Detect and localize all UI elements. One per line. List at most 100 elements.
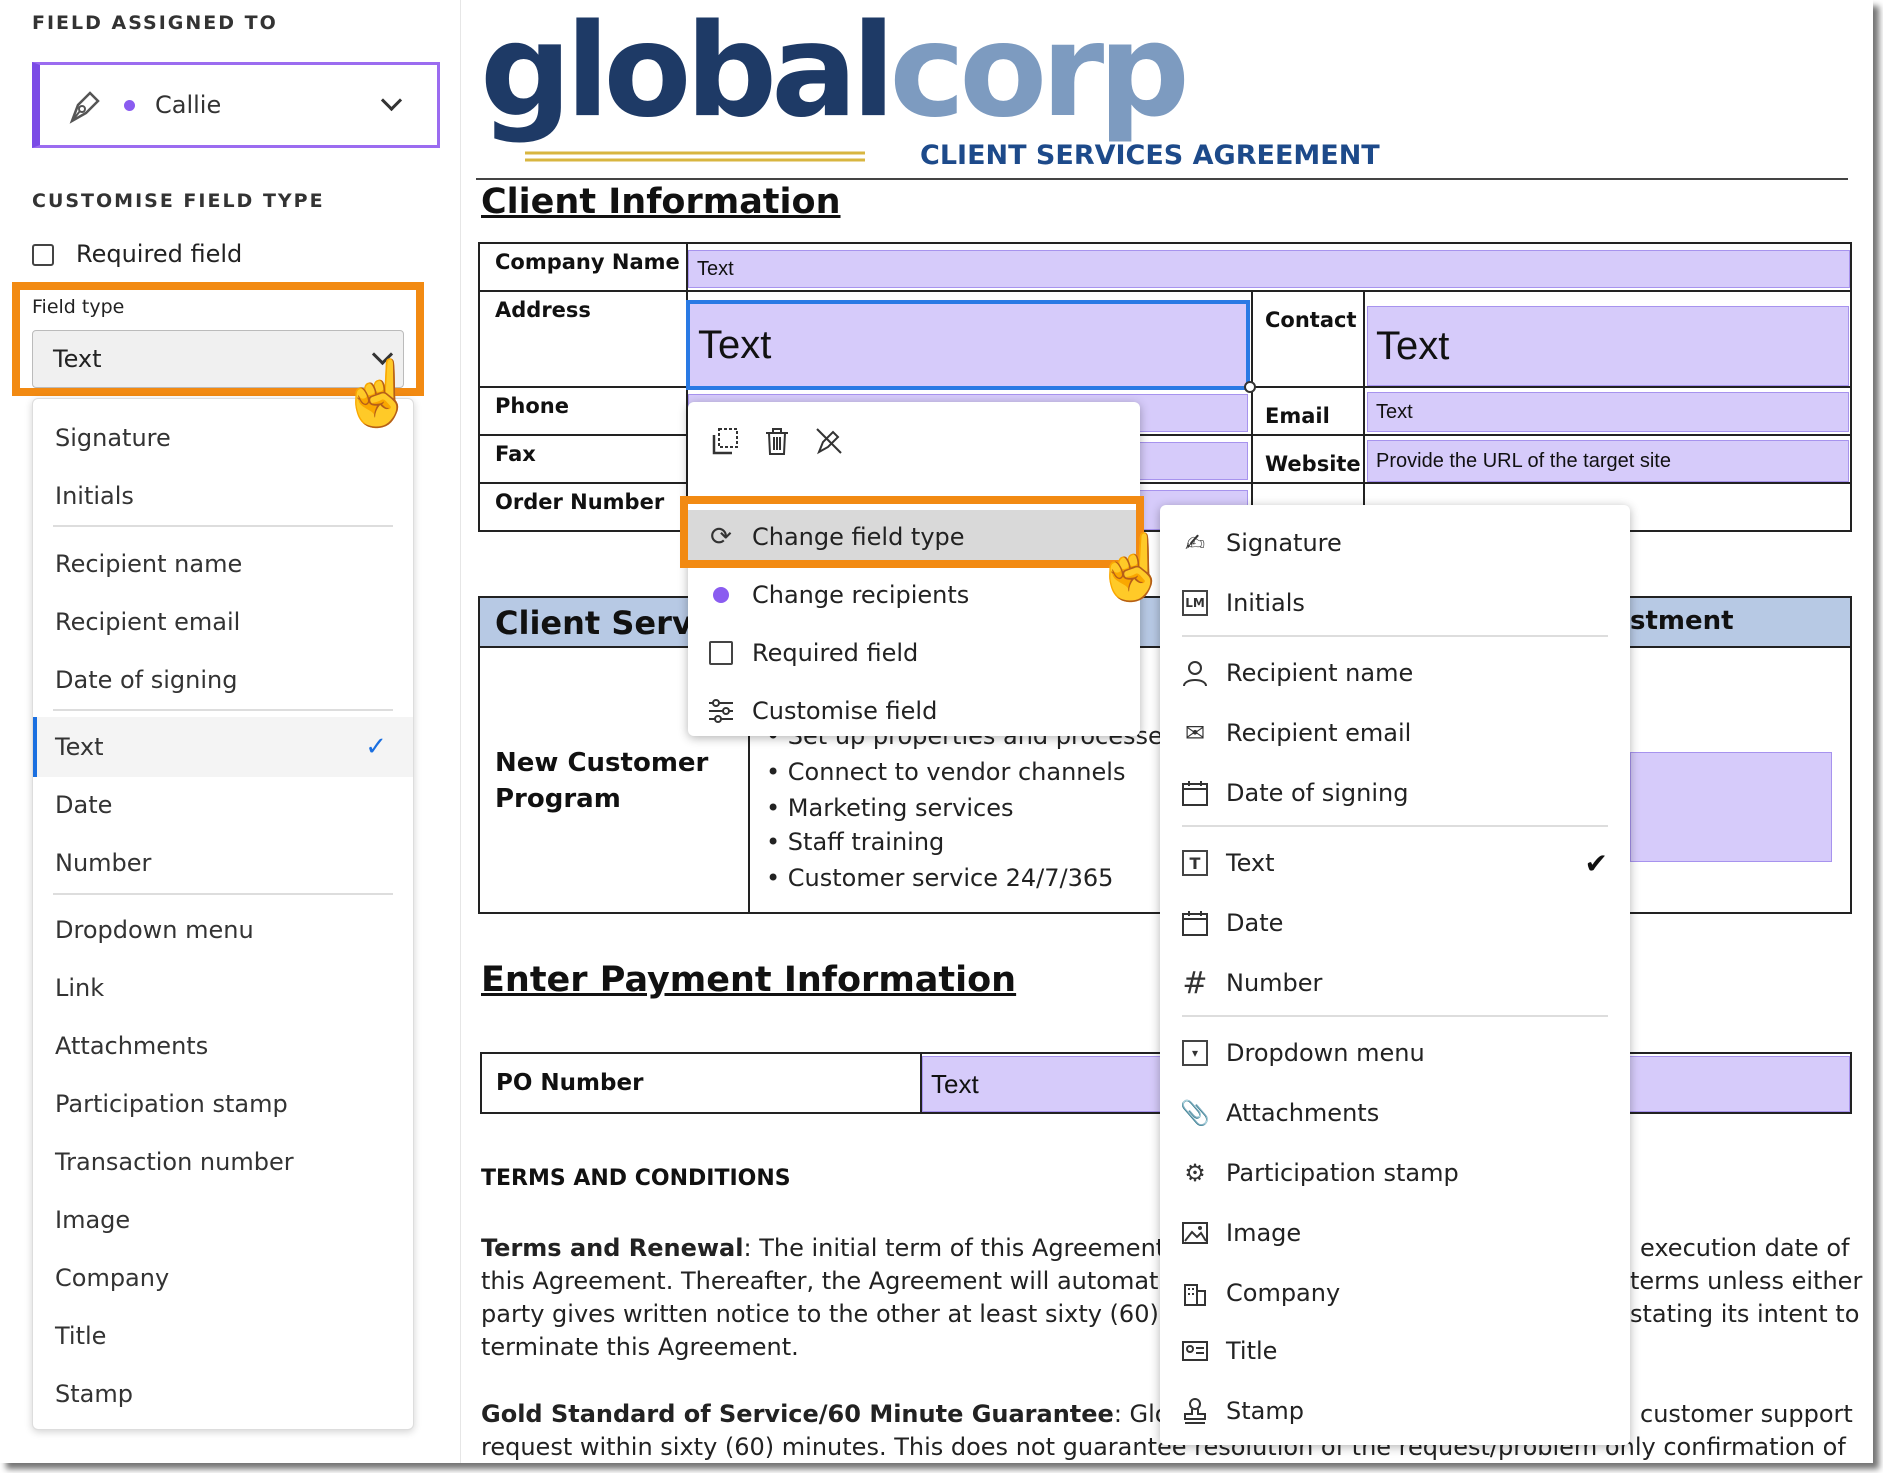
building-icon <box>1180 1278 1210 1308</box>
checkmark-icon: ✓ <box>365 732 387 762</box>
hash-icon: # <box>1182 965 1208 1001</box>
submenu-option[interactable]: LM Initials <box>1160 577 1630 629</box>
divider <box>476 178 1848 180</box>
option-label: Title <box>1226 1337 1278 1365</box>
gold-paragraph: customer support <box>1640 1400 1853 1428</box>
submenu-option[interactable]: Date of signing <box>1160 767 1630 819</box>
option-label: Dropdown menu <box>1226 1039 1425 1067</box>
order-number-label: Order Number <box>495 490 665 514</box>
submenu-option[interactable]: ⚙ Participation stamp <box>1160 1147 1630 1199</box>
paperclip-icon: 📎 <box>1180 1099 1210 1127</box>
dropdown-option[interactable]: Title <box>33 1311 413 1361</box>
trash-icon[interactable] <box>762 426 792 456</box>
website-field[interactable]: Provide the URL of the target site <box>1367 440 1849 482</box>
duplicate-icon[interactable] <box>710 426 740 456</box>
submenu-option[interactable]: Title <box>1160 1325 1630 1377</box>
submenu-option[interactable]: Image <box>1160 1207 1630 1259</box>
calendar-icon <box>1180 778 1210 808</box>
resize-handle[interactable] <box>1244 381 1256 393</box>
option-label: Stamp <box>1226 1397 1304 1425</box>
image-icon <box>1180 1218 1210 1248</box>
dropdown-option[interactable]: Date of signing <box>33 655 413 705</box>
text-field-icon: T <box>1180 848 1210 878</box>
submenu-option[interactable]: ✉ Recipient email <box>1160 707 1630 759</box>
option-label: Text <box>1226 849 1275 877</box>
field-assigned-label: FIELD ASSIGNED TO <box>32 12 278 34</box>
dropdown-option[interactable]: Company <box>33 1253 413 1303</box>
menu-item-label: Customise field <box>752 697 938 725</box>
investment-heading: stment <box>1630 606 1734 636</box>
dropdown-option[interactable]: Attachments <box>33 1021 413 1071</box>
dropdown-option[interactable]: Stamp <box>33 1369 413 1419</box>
terms-paragraph: terminate this Agreement. <box>481 1333 799 1361</box>
table-line <box>478 434 1852 436</box>
dropdown-option[interactable]: Transaction number <box>33 1137 413 1187</box>
submenu-option[interactable]: Date <box>1160 897 1630 949</box>
investment-field[interactable] <box>1630 752 1832 862</box>
company-name-field[interactable]: Text <box>688 250 1850 288</box>
terms-paragraph: this Agreement. Thereafter, the Agreemen… <box>481 1267 1200 1295</box>
phone-label: Phone <box>495 394 569 418</box>
terms-paragraph: execution date of <box>1640 1234 1850 1262</box>
option-label: Date <box>1226 909 1284 937</box>
field-type-dropdown: Signature Initials Recipient name Recipi… <box>32 398 414 1430</box>
sliders-icon <box>706 696 736 726</box>
assignee-select[interactable]: Callie <box>32 62 440 148</box>
logo-swoosh <box>525 151 865 162</box>
table-line <box>478 290 1852 292</box>
option-label: Attachments <box>1226 1099 1380 1127</box>
gold-paragraph: Gold Standard of Service/60 Minute Guara… <box>481 1400 1247 1428</box>
customise-field-item[interactable]: Customise field <box>688 684 1140 738</box>
contact-label: Contact <box>1265 308 1357 332</box>
program-label: New Customer <box>495 748 709 778</box>
required-field-checkbox[interactable] <box>32 244 54 266</box>
dropdown-option[interactable]: Recipient email <box>33 597 413 647</box>
submenu-option-selected[interactable]: T Text ✔ <box>1160 837 1630 889</box>
dropdown-option-selected[interactable]: Text ✓ <box>33 717 413 777</box>
checkbox-icon <box>706 638 736 668</box>
required-field-label: Required field <box>76 240 243 268</box>
id-card-icon <box>1180 1336 1210 1366</box>
option-label: Number <box>1226 969 1323 997</box>
dropdown-option[interactable]: Participation stamp <box>33 1079 413 1129</box>
customise-field-type-label: CUSTOMISE FIELD TYPE <box>32 190 325 212</box>
option-label: Text <box>55 733 104 761</box>
dropdown-option[interactable]: Image <box>33 1195 413 1245</box>
dropdown-option[interactable]: Initials <box>33 471 413 521</box>
submenu-option[interactable]: Company <box>1160 1267 1630 1319</box>
required-field-item[interactable]: Required field <box>688 626 1140 680</box>
dropdown-icon: ▾ <box>1180 1038 1210 1068</box>
dropdown-option[interactable]: Date <box>33 780 413 830</box>
address-field[interactable]: Text <box>686 300 1250 390</box>
option-label: Date of signing <box>1226 779 1409 807</box>
change-recipients-item[interactable]: Change recipients <box>688 568 1140 622</box>
submenu-option[interactable]: Recipient name <box>1160 647 1630 699</box>
submenu-option[interactable]: Stamp <box>1160 1385 1630 1437</box>
dropdown-option[interactable]: Dropdown menu <box>33 905 413 955</box>
table-line <box>1251 290 1253 532</box>
submenu-option[interactable]: ▾ Dropdown menu <box>1160 1027 1630 1079</box>
contact-field[interactable]: Text <box>1367 306 1849 386</box>
hand-cursor-icon: ☝ <box>338 357 418 429</box>
submenu-option[interactable]: ✍ Signature <box>1160 517 1630 569</box>
divider <box>53 893 393 895</box>
program-label: Program <box>495 784 621 814</box>
agreement-title: CLIENT SERVICES AGREEMENT <box>920 140 1380 171</box>
dropdown-option[interactable]: Recipient name <box>33 539 413 589</box>
divider <box>53 525 393 527</box>
submenu-option[interactable]: # Number <box>1160 957 1630 1009</box>
submenu-option[interactable]: 📎 Attachments <box>1160 1087 1630 1139</box>
chevron-down-icon <box>380 89 403 112</box>
terms-paragraph: stating its intent to <box>1630 1300 1860 1328</box>
stamp-icon <box>1180 1396 1210 1426</box>
assignee-name: Callie <box>155 91 222 119</box>
payment-heading: Enter Payment Information <box>481 960 1017 1000</box>
menu-item-label: Change recipients <box>752 581 970 609</box>
recipient-dot-icon <box>706 580 736 610</box>
dropdown-option[interactable]: Number <box>33 838 413 888</box>
highlight-box <box>680 496 1144 568</box>
email-field[interactable]: Text <box>1367 392 1849 432</box>
unassign-pen-icon[interactable] <box>814 426 844 456</box>
fax-label: Fax <box>495 442 536 466</box>
dropdown-option[interactable]: Link <box>33 963 413 1013</box>
